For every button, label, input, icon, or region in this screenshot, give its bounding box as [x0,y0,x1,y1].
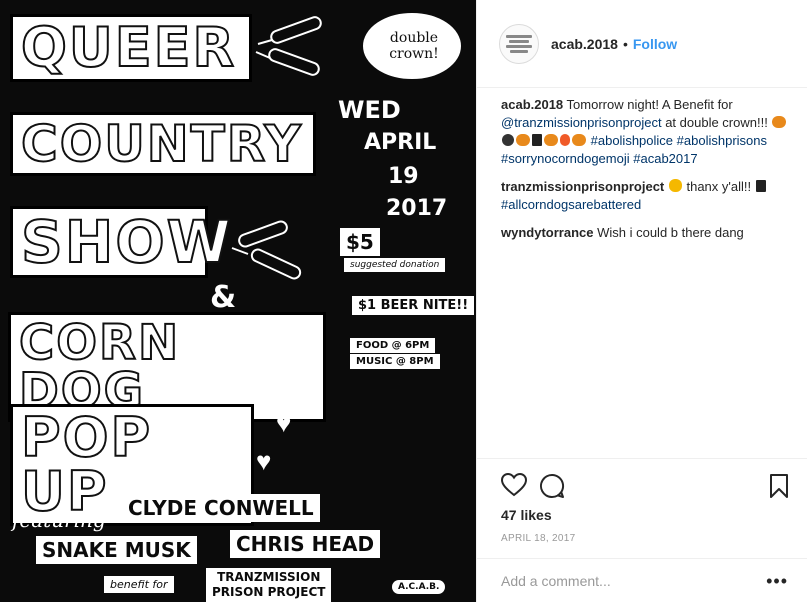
featuring-label: featuring [12,508,106,532]
like-count[interactable]: 47 likes [501,507,552,523]
caption-comment: acab.2018 Tomorrow night! A Benefit for … [501,96,797,168]
post-side-panel: acab.2018 • Follow acab.2018 Tomorrow ni… [476,0,807,602]
comment-username[interactable]: acab.2018 [501,97,563,112]
fire-emoji [560,134,570,146]
caption-text-2: at double crown!!! [661,115,772,130]
date-year: 2017 [386,196,448,221]
price-sticker: $5 [340,228,380,256]
follow-button[interactable]: Follow [633,36,677,52]
caption-text: Tomorrow night! A Benefit for [563,97,733,112]
corndog-doodle-4 [250,248,302,280]
corndog-doodle-3 [238,220,288,248]
hashtag-link[interactable]: #allcorndogsarebattered [501,197,641,212]
mention-link[interactable]: @tranzmissionprisonproject [501,115,662,130]
heart-doodle-1: ♥ [276,408,292,438]
flag-emoji [532,134,542,146]
post-header: acab.2018 • Follow [477,0,807,88]
comment-username[interactable]: wyndytorrance [501,225,593,240]
add-comment-bar: ••• [477,558,807,602]
benefit-for-label: benefit for [104,576,174,593]
price-note: suggested donation [344,258,446,272]
post-actions: 47 likes APRIL 18, 2017 [477,458,807,558]
kiss-emoji [668,179,682,192]
date-month: APRIL [364,130,437,155]
music-time: MUSIC @ 8PM [350,354,440,369]
heart-doodle-2: ♥ [256,446,272,476]
artist-snake-musk: SNAKE MUSK [36,536,197,564]
corndog-stick-1 [257,39,273,45]
comment-icon[interactable] [539,473,565,499]
avatar[interactable] [499,23,539,64]
heart-icon[interactable] [501,473,527,497]
header-separator: • [622,35,628,52]
corndog-stick-3 [231,247,249,255]
benefit-org-line1: TRANZMISSION [217,570,321,584]
artist-clyde-conwell: CLYDE CONWELL [122,494,320,522]
header-username[interactable]: acab.2018 [551,36,618,52]
comment-text: Wish i could b there dang [593,225,744,240]
corndog-emoji [572,134,586,146]
more-options-icon[interactable]: ••• [766,571,788,592]
post-image[interactable]: QUEER COUNTRY SHOW & CORN DOG POP UP dou… [0,0,476,602]
comments-list: acab.2018 Tomorrow night! A Benefit for … [501,96,797,252]
comment-username[interactable]: tranzmissionprisonproject [501,179,664,194]
hashtag-link[interactable]: #abolishpolice [591,133,673,148]
hashtag-link[interactable]: #acab2017 [633,151,697,166]
comment-input[interactable] [501,572,751,589]
corndog-doodle-1 [270,16,322,44]
post-date[interactable]: APRIL 18, 2017 [501,533,575,544]
benefit-org-line2: PRISON PROJECT [212,585,326,599]
food-time: FOOD @ 6PM [350,338,436,353]
corndog-emoji [544,134,558,146]
beer-sticker: $1 BEER NITE!! [352,296,475,315]
corndog-emoji [516,134,530,146]
artist-chris-head: CHRIS HEAD [230,530,381,558]
hashtag-link[interactable]: #sorrynocorndogemoji [501,151,630,166]
date-num: 19 [388,164,419,189]
benefit-org: TRANZMISSION PRISON PROJECT [206,568,332,602]
hashtag-link[interactable]: #abolishprisons [677,133,767,148]
bomb-emoji [502,134,514,146]
comment-item: tranzmissionprisonproject thanx y'all!! … [501,178,797,214]
acab-logo: A.C.A.B. [392,580,446,594]
corndog-doodle-2 [268,48,320,76]
badge-text: double crown! [389,30,439,62]
bookmark-icon[interactable] [769,473,789,499]
comment-item: wyndytorrance Wish i could b there dang [501,224,797,242]
date-day: WED [338,96,401,124]
corndog-emoji [772,116,787,128]
flag-emoji [755,180,766,192]
corndog-stick-2 [255,51,271,59]
comment-text: thanx y'all!! [682,179,755,194]
